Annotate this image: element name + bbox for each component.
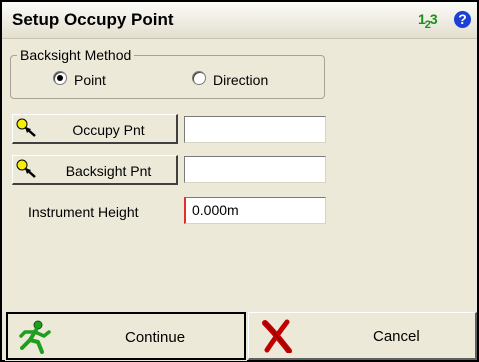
backsight-pnt-label: Backsight Pnt bbox=[65, 163, 152, 179]
instrument-height-input[interactable]: 0.000m bbox=[184, 197, 326, 224]
radio-point-label[interactable]: Point bbox=[74, 72, 106, 88]
help-icon[interactable]: ? bbox=[454, 11, 471, 28]
occupy-point-input[interactable] bbox=[184, 116, 326, 143]
backsight-method-legend: Backsight Method bbox=[17, 47, 135, 63]
point-pick-icon bbox=[16, 118, 36, 137]
instrument-height-label: Instrument Height bbox=[28, 204, 139, 220]
cancel-label: Cancel bbox=[373, 328, 420, 345]
title-bar: Setup Occupy Point 123 ? bbox=[2, 2, 477, 39]
running-man-icon bbox=[19, 320, 51, 354]
radio-direction[interactable] bbox=[192, 71, 206, 85]
radio-point-selected-dot bbox=[57, 75, 63, 81]
backsight-pnt-button[interactable]: Backsight Pnt bbox=[12, 155, 178, 185]
red-x-icon bbox=[262, 319, 292, 353]
window-title: Setup Occupy Point bbox=[12, 10, 174, 29]
setup-occupy-point-window: Setup Occupy Point 123 ? Backsight Metho… bbox=[0, 0, 479, 362]
continue-button[interactable]: Continue bbox=[5, 311, 247, 361]
point-pick-icon bbox=[16, 159, 36, 178]
radio-point[interactable] bbox=[53, 71, 67, 85]
continue-label: Continue bbox=[125, 329, 186, 346]
backsight-point-input[interactable] bbox=[184, 156, 326, 183]
radio-direction-label[interactable]: Direction bbox=[213, 72, 268, 88]
numeric-icon-digit-3: 3 bbox=[429, 11, 438, 27]
occupy-pnt-label: Occupy Pnt bbox=[72, 122, 145, 138]
numeric-keypad-icon[interactable]: 123 bbox=[418, 11, 438, 31]
cancel-button[interactable]: Cancel bbox=[248, 312, 477, 360]
occupy-pnt-button[interactable]: Occupy Pnt bbox=[12, 114, 178, 144]
numeric-icon-digit-1: 1 bbox=[418, 11, 426, 27]
